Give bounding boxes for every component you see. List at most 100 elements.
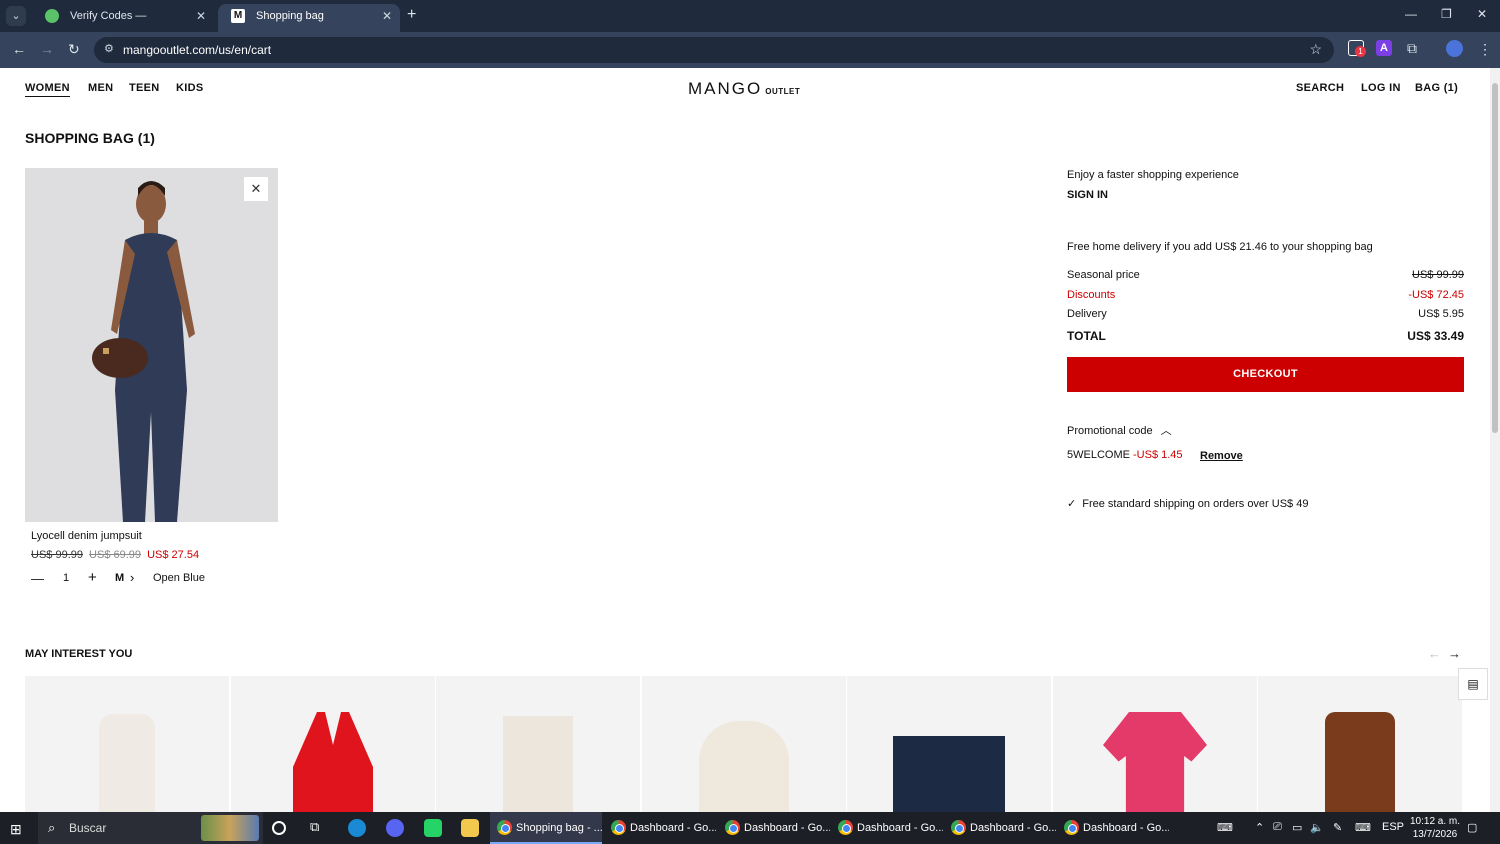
maximize-icon[interactable]: ❐ bbox=[1441, 7, 1452, 21]
url-text[interactable]: mangooutlet.com/us/en/cart bbox=[123, 43, 271, 57]
chevron-up-tray-icon[interactable]: ⌃ bbox=[1255, 821, 1264, 834]
product-thumbnail bbox=[1103, 712, 1207, 812]
volume-icon[interactable]: 🔈 bbox=[1310, 821, 1324, 834]
tab-search-chevron-icon[interactable]: ⌄ bbox=[6, 6, 26, 26]
minimize-icon[interactable]: — bbox=[1405, 7, 1417, 21]
size-value[interactable]: M bbox=[115, 572, 124, 584]
recommendation-card[interactable] bbox=[1258, 676, 1462, 812]
login-link[interactable]: LOG IN bbox=[1361, 82, 1401, 94]
decrease-qty-minus-icon[interactable]: — bbox=[31, 571, 44, 586]
price-sale: US$ 69.99 bbox=[89, 549, 142, 561]
search-link[interactable]: SEARCH bbox=[1296, 82, 1344, 94]
chrome-icon bbox=[1064, 820, 1079, 835]
recommendation-card[interactable] bbox=[231, 676, 435, 812]
total-label: TOTAL bbox=[1067, 329, 1106, 343]
meet-now-icon[interactable]: ⎚ bbox=[1273, 821, 1282, 834]
taskbar-app-chrome[interactable]: Dashboard - Go... bbox=[718, 812, 830, 844]
model-figure bbox=[25, 168, 278, 522]
network-icon[interactable]: ▭ bbox=[1292, 821, 1302, 834]
chrome-icon bbox=[497, 820, 512, 835]
recommendation-card[interactable] bbox=[1053, 676, 1257, 812]
chevron-right-icon[interactable]: › bbox=[130, 570, 134, 585]
pen-icon[interactable]: ✎ bbox=[1333, 821, 1342, 834]
promo-remove-link[interactable]: Remove bbox=[1200, 450, 1243, 462]
address-bar[interactable]: ⚙ mangooutlet.com/us/en/cart ☆ bbox=[94, 37, 1334, 63]
taskbar-app-chrome[interactable]: Dashboard - Go... bbox=[1057, 812, 1169, 844]
extension-icon[interactable]: 1 bbox=[1348, 40, 1366, 57]
nav-women[interactable]: WOMEN bbox=[25, 82, 70, 97]
product-thumbnail bbox=[893, 736, 1005, 812]
checkout-button[interactable]: CHECKOUT bbox=[1067, 357, 1464, 392]
bag-link[interactable]: BAG (1) bbox=[1415, 82, 1458, 94]
product-image[interactable] bbox=[25, 168, 278, 522]
back-arrow-icon[interactable]: ← bbox=[12, 41, 26, 57]
promo-code-value: 5WELCOME bbox=[1067, 449, 1130, 461]
profile-avatar-icon[interactable] bbox=[1446, 40, 1463, 57]
bookmark-star-icon[interactable]: ☆ bbox=[1309, 41, 1322, 58]
task-view-icon[interactable]: ⧉ bbox=[310, 819, 328, 837]
tab-close-icon[interactable]: ✕ bbox=[382, 4, 392, 28]
free-delivery-message: Free home delivery if you add US$ 21.46 … bbox=[1067, 241, 1373, 253]
nav-kids[interactable]: KIDS bbox=[176, 82, 203, 94]
simplycodes-favicon-icon bbox=[45, 9, 59, 23]
tab-verify-codes[interactable]: Verify Codes — SimplyCodes ✕ bbox=[32, 4, 214, 46]
nav-men[interactable]: MEN bbox=[88, 82, 113, 94]
chrome-icon bbox=[611, 820, 626, 835]
tab-close-icon[interactable]: ✕ bbox=[196, 4, 206, 28]
search-highlight-image bbox=[201, 815, 259, 841]
new-tab-plus-icon[interactable]: + bbox=[407, 6, 416, 24]
quantity-value: 1 bbox=[63, 572, 70, 584]
seasonal-price-value: US$ 99.99 bbox=[1412, 269, 1464, 281]
product-name[interactable]: Lyocell denim jumpsuit bbox=[31, 530, 142, 542]
section-title: MAY INTEREST YOU bbox=[25, 648, 133, 660]
discord-icon[interactable] bbox=[386, 819, 404, 837]
nav-teen[interactable]: TEEN bbox=[129, 82, 160, 94]
notifications-icon[interactable]: ▢ bbox=[1467, 821, 1477, 834]
taskbar-search-box[interactable]: ⌕ Buscar bbox=[38, 812, 263, 844]
taskbar-app-chrome[interactable]: Shopping bag - ... bbox=[490, 812, 602, 844]
recommendation-card[interactable] bbox=[436, 676, 640, 812]
forward-arrow-icon[interactable]: → bbox=[40, 41, 54, 57]
site-settings-icon[interactable]: ⚙ bbox=[104, 42, 114, 55]
whatsapp-icon[interactable] bbox=[424, 819, 442, 837]
promo-code-toggle[interactable]: Promotional code ︿ bbox=[1067, 422, 1172, 438]
browser-tab-strip: ⌄ Verify Codes — SimplyCodes ✕ M Shoppin… bbox=[0, 0, 1500, 46]
price-final: US$ 27.54 bbox=[147, 549, 200, 561]
clock[interactable]: 10:12 a. m. 13/7/2026 bbox=[1404, 815, 1466, 841]
carousel-prev-arrow-icon[interactable]: ← bbox=[1428, 646, 1441, 661]
mango-outlet-logo[interactable]: MANGO OUTLET bbox=[688, 79, 800, 99]
cortana-circle-icon[interactable] bbox=[272, 821, 286, 835]
chat-icon[interactable]: ▤ bbox=[1458, 668, 1488, 700]
edge-browser-icon[interactable] bbox=[348, 819, 366, 837]
tab-shopping-bag[interactable]: M Shopping bag ✕ bbox=[218, 4, 400, 32]
windows-start-icon[interactable]: ⊞ bbox=[10, 821, 22, 838]
recommendation-card[interactable] bbox=[847, 676, 1051, 812]
scrollbar-thumb[interactable] bbox=[1492, 83, 1498, 433]
extension-badge: 1 bbox=[1355, 46, 1366, 57]
reload-icon[interactable]: ↻ bbox=[68, 41, 80, 58]
increase-qty-plus-icon[interactable]: + bbox=[88, 569, 97, 586]
keyboard-tray-icon[interactable]: ⌨ bbox=[1217, 821, 1233, 834]
carousel-next-arrow-icon[interactable]: → bbox=[1448, 646, 1461, 661]
a-extension-icon[interactable]: A bbox=[1376, 40, 1392, 56]
taskbar-app-chrome[interactable]: Dashboard - Go... bbox=[944, 812, 1056, 844]
puzzle-extensions-icon[interactable]: ⧉ bbox=[1404, 40, 1420, 56]
recommendation-card[interactable] bbox=[642, 676, 846, 812]
remove-item-close-icon[interactable]: ✕ bbox=[244, 177, 268, 201]
window-close-icon[interactable]: ✕ bbox=[1477, 7, 1487, 21]
language-indicator[interactable]: ESP bbox=[1382, 821, 1404, 833]
taskbar-app-chrome[interactable]: Dashboard - Go... bbox=[831, 812, 943, 844]
product-thumbnail bbox=[293, 712, 373, 812]
taskbar-app-chrome[interactable]: Dashboard - Go... bbox=[604, 812, 716, 844]
touch-keyboard-icon[interactable]: ⌨ bbox=[1355, 821, 1371, 834]
page-scrollbar[interactable] bbox=[1490, 68, 1500, 812]
browser-menu-icon[interactable]: ⋮ bbox=[1478, 41, 1492, 58]
sign-in-link[interactable]: SIGN IN bbox=[1067, 189, 1108, 201]
recommendation-card[interactable] bbox=[25, 676, 229, 812]
web-page: WOMEN MEN TEEN KIDS MANGO OUTLET SEARCH L… bbox=[0, 68, 1490, 812]
price-original: US$ 99.99 bbox=[31, 549, 83, 561]
page-title: SHOPPING BAG (1) bbox=[25, 130, 155, 146]
file-explorer-icon[interactable] bbox=[461, 819, 479, 837]
clock-time: 10:12 a. m. bbox=[1409, 816, 1461, 827]
chrome-icon bbox=[725, 820, 740, 835]
